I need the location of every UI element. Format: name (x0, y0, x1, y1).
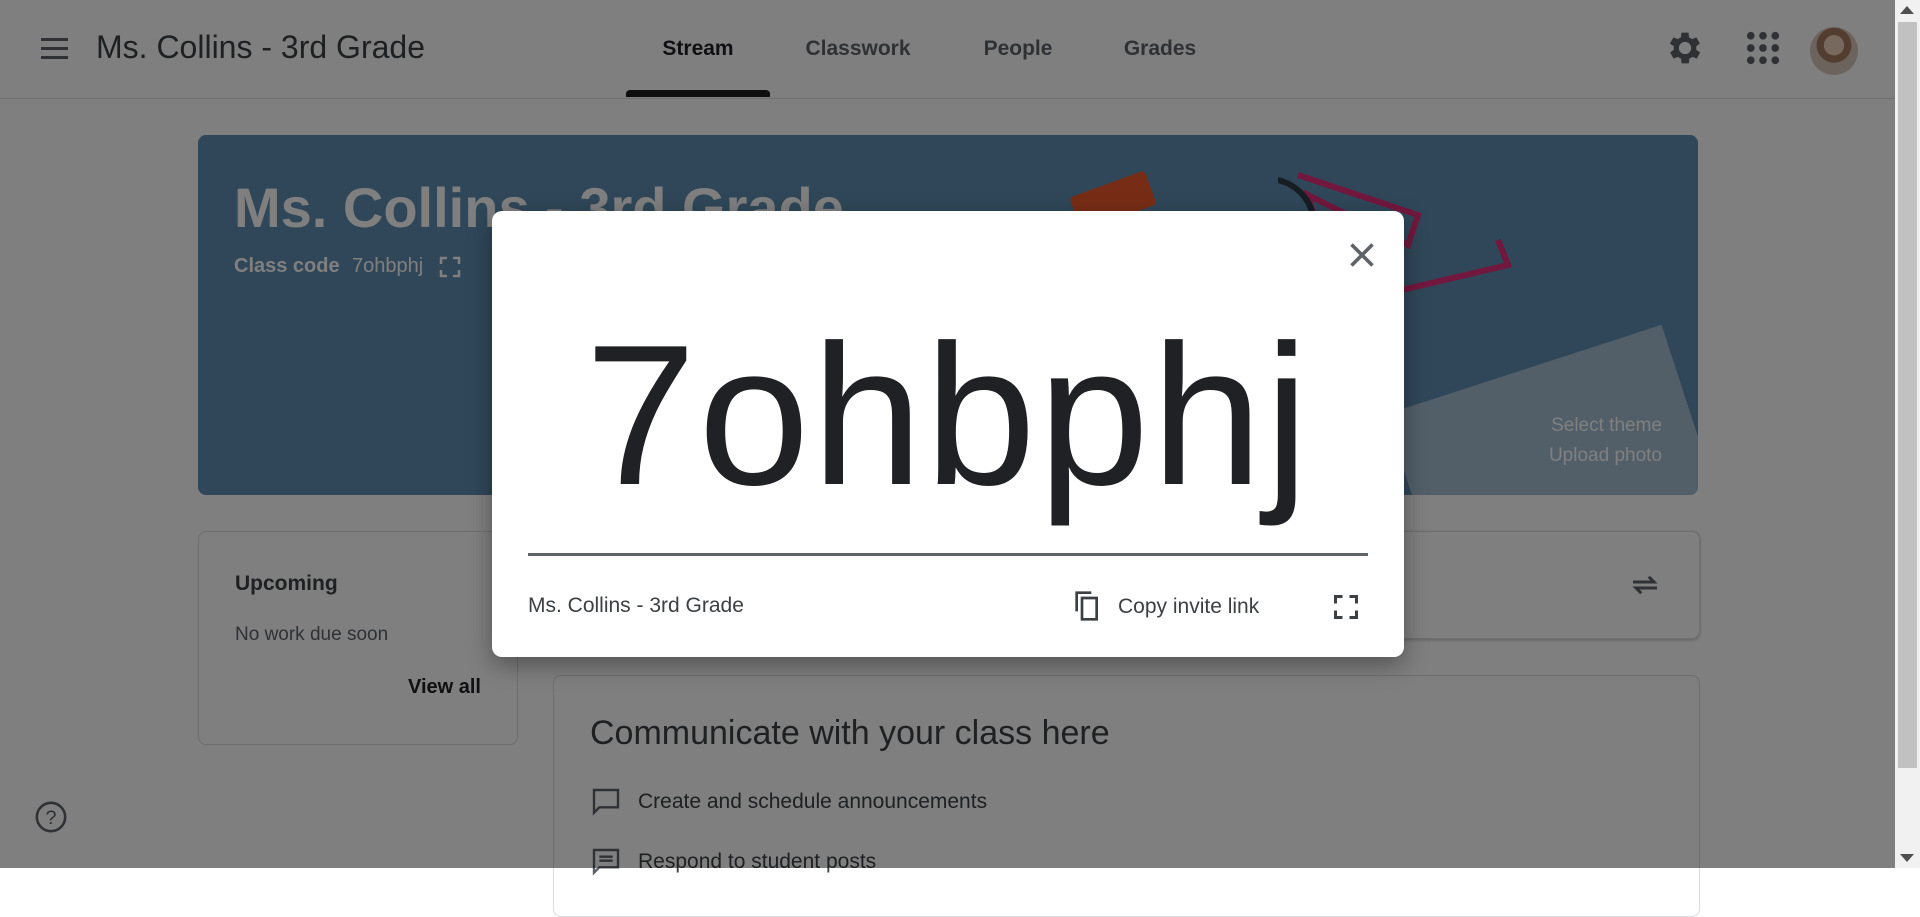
scrollbar[interactable] (1895, 0, 1920, 868)
scroll-down-arrow[interactable] (1900, 854, 1914, 862)
copy-invite-link-button[interactable]: Copy invite link (1070, 587, 1290, 627)
class-code-display: 7ohbphj (585, 304, 1311, 527)
copy-invite-link-label: Copy invite link (1118, 595, 1260, 618)
dialog-divider (528, 553, 1368, 556)
fullscreen-icon[interactable] (1332, 593, 1360, 621)
dialog-class-name: Ms. Collins - 3rd Grade (528, 594, 744, 617)
copy-icon (1075, 591, 1098, 621)
scroll-up-arrow[interactable] (1900, 6, 1914, 14)
scroll-thumb[interactable] (1898, 22, 1917, 768)
close-icon[interactable] (1344, 237, 1380, 273)
class-code-dialog: 7ohbphj Ms. Collins - 3rd Grade Copy inv… (492, 211, 1404, 657)
